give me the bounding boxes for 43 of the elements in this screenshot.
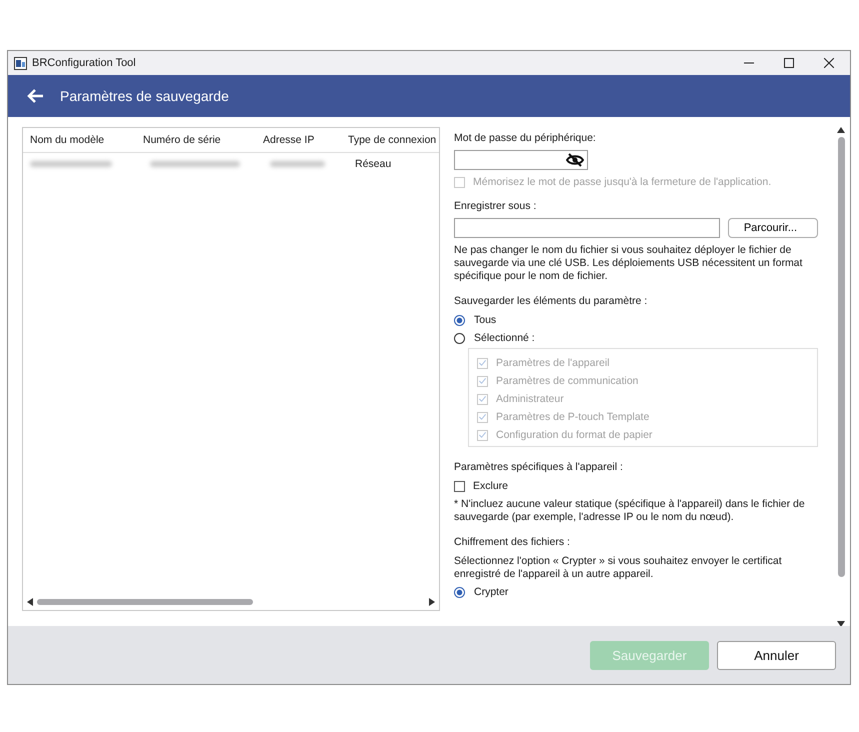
checkbox-label: Paramètres de l'appareil bbox=[496, 357, 610, 369]
scrollbar-thumb[interactable] bbox=[37, 599, 253, 605]
note-text: Ne pas changer le nom du fichier si vous souhaitez déployer le fichier de sauvegarde via une clé USB. Les déploiements USB nécessitent un format spécifique pour le nom de fichier. bbox=[454, 244, 804, 283]
column-header[interactable]: Nom du modèle bbox=[23, 134, 143, 146]
radio-button[interactable] bbox=[454, 586, 465, 598]
field-label: Enregistrer sous : bbox=[454, 199, 536, 213]
scroll-up-icon[interactable] bbox=[837, 127, 845, 133]
password-field[interactable] bbox=[454, 150, 588, 170]
page-title: Paramètres de sauvegarde bbox=[60, 88, 229, 104]
column-header[interactable]: Type de connexion bbox=[348, 134, 439, 146]
scroll-left-icon[interactable] bbox=[27, 598, 33, 606]
maximize-icon[interactable] bbox=[784, 58, 794, 68]
radio-label: Crypter bbox=[474, 586, 508, 598]
window-title: BRConfiguration Tool bbox=[32, 57, 136, 69]
eye-slash-icon[interactable] bbox=[566, 153, 584, 167]
back-arrow-icon[interactable] bbox=[26, 88, 44, 104]
section-label: Paramètres spécifiques à l'appareil : bbox=[454, 460, 623, 474]
app-icon bbox=[14, 56, 27, 70]
scrollbar-thumb[interactable] bbox=[838, 137, 844, 577]
radio-button[interactable] bbox=[454, 314, 465, 326]
checkbox-label: Paramètres de communication bbox=[496, 375, 638, 387]
column-header[interactable]: Adresse IP bbox=[263, 134, 348, 146]
checkbox-label: Exclure bbox=[473, 480, 508, 492]
file-name-field[interactable] bbox=[454, 218, 720, 238]
field-label: Mot de passe du périphérique: bbox=[454, 131, 596, 145]
table-cell-text: Réseau bbox=[355, 158, 392, 170]
section-label: Sauvegarder les éléments du paramètre : bbox=[454, 294, 648, 308]
checkbox-label: Paramètres de P-touch Template bbox=[496, 411, 650, 423]
radio-button[interactable] bbox=[454, 332, 465, 344]
note-text: * N'incluez aucune valeur statique (spécifique à l'appareil) dans le fichier de sauvegarde (par exemple, l'adresse IP ou le nom du nœud). bbox=[454, 498, 806, 524]
checkbox[interactable] bbox=[454, 480, 465, 492]
checkbox-label: Configuration du format de papier bbox=[496, 429, 652, 441]
checkbox-label: Mémorisez le mot de passe jusqu'à la fermeture de l'application. bbox=[473, 176, 772, 188]
close-icon[interactable] bbox=[824, 58, 834, 68]
column-header[interactable]: Numéro de série bbox=[143, 134, 263, 146]
checkbox-label: Administrateur bbox=[496, 393, 564, 405]
section-label: Chiffrement des fichiers : bbox=[454, 535, 570, 549]
dialog-button[interactable]: Annuler bbox=[717, 640, 836, 670]
radio-label: Tous bbox=[474, 314, 496, 326]
browse-button[interactable]: Parcourir... bbox=[728, 218, 818, 238]
scroll-right-icon[interactable] bbox=[429, 598, 435, 606]
note-text: Sélectionnez l'option « Crypter » si vous souhaitez envoyer le certificat enregistré de l'appareil à un autre appareil. bbox=[454, 555, 783, 581]
radio-label: Sélectionné : bbox=[474, 332, 535, 344]
